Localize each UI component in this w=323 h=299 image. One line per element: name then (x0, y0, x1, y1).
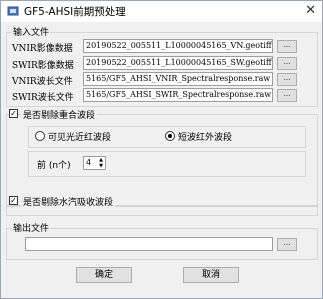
radio-swir-label: 短波红外波段 (178, 133, 233, 143)
output-file-field[interactable] (25, 237, 273, 251)
water-vapor-checkbox[interactable]: ✓ (9, 196, 18, 205)
swir-image-label: SWIR影像数据 (12, 61, 74, 71)
output-file-label: 输出文件 (12, 221, 51, 234)
front-count-stepper[interactable]: 4 ▲ ▼ (83, 156, 106, 170)
water-vapor-label: 是否剔除水汽吸收波段 (21, 195, 116, 208)
input-files-label: 输入文件 (12, 25, 51, 38)
vnir-image-field[interactable]: 20190522_005511_L10000045165_VN.geotiff (83, 39, 273, 53)
ok-button[interactable]: 确定 (76, 267, 132, 283)
stepper-down-icon[interactable]: ▼ (97, 163, 105, 169)
swir-wavelength-browse-button[interactable]: ... (277, 89, 297, 102)
vnir-image-label: VNIR影像数据 (12, 44, 73, 54)
title-bar: GF5-AHSI前期预处理 ✕ (1, 1, 322, 22)
swir-image-browse-button[interactable]: ... (277, 57, 297, 70)
output-file-browse-button[interactable]: ... (277, 238, 297, 251)
window-title: GF5-AHSI前期预处理 (24, 6, 126, 18)
vnir-wavelength-browse-button[interactable]: ... (277, 73, 297, 86)
vnir-image-browse-button[interactable]: ... (277, 40, 297, 53)
close-icon[interactable]: ✕ (305, 3, 316, 19)
front-count-value: 4 (86, 158, 92, 167)
cancel-button[interactable]: 取消 (183, 267, 239, 283)
vnir-wavelength-label: VNIR波长文件 (12, 77, 73, 87)
swir-image-field[interactable]: 20190522_005511_L10000045165_SW.geotiff (83, 56, 273, 70)
radio-vnir-label: 可见光近红波段 (48, 133, 112, 143)
vnir-wavelength-field[interactable]: 5165/GF5_AHSI_VNIR_Spectralresponse.raw (83, 72, 273, 86)
overlap-bands-checkbox[interactable]: ✓ (9, 109, 18, 118)
dialog-window: GF5-AHSI前期预处理 ✕ 输入文件 VNIR影像数据 20190522_0… (0, 0, 323, 299)
overlap-bands-label: 是否剔除重合波段 (21, 108, 98, 121)
app-icon (7, 6, 19, 16)
front-count-label: 前 (n个) (37, 161, 71, 171)
radio-vnir-bands[interactable] (35, 131, 45, 141)
swir-wavelength-label: SWIR波长文件 (12, 93, 74, 103)
radio-swir-bands[interactable] (165, 131, 175, 141)
swir-wavelength-field[interactable]: 5165/GF5_AHSI_SWIR_Spectralresponse.raw (83, 88, 273, 102)
